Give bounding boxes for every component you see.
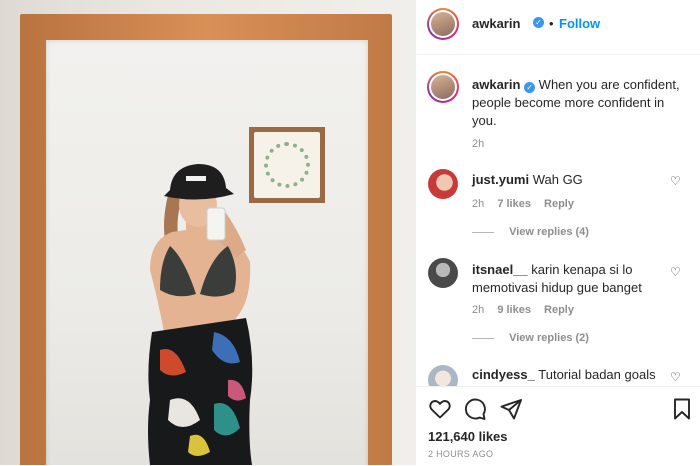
reply-button[interactable]: Reply [544, 304, 574, 316]
follow-button[interactable]: Follow [559, 16, 600, 31]
avatar-image [429, 10, 457, 38]
comment-like-heart-icon[interactable]: ♡ [670, 265, 681, 279]
header-avatar[interactable] [427, 8, 459, 40]
comment-time: 2h [472, 198, 485, 210]
comment-like-heart-icon[interactable]: ♡ [670, 174, 681, 188]
comment-likes[interactable]: 9 likes [497, 304, 531, 316]
comment-meta: 2h 9 likes Reply [472, 304, 574, 316]
heart-icon[interactable] [428, 397, 452, 421]
person-figure [148, 164, 253, 465]
replies-divider [472, 231, 494, 233]
bookmark-icon[interactable] [670, 397, 694, 421]
comment-like-heart-icon[interactable]: ♡ [670, 370, 681, 384]
view-replies-row[interactable]: View replies (4) [472, 226, 589, 238]
verified-badge-icon: ✓ [533, 17, 544, 28]
header-username[interactable]: awkarin [472, 16, 520, 31]
share-icon[interactable] [499, 397, 523, 421]
comment-avatar[interactable] [428, 169, 458, 199]
comment-username[interactable]: just.yumi [472, 172, 529, 187]
caption-text-block: awkarin ✓ When you are confident, people… [472, 76, 692, 130]
instagram-post: awkarin ✓ • Follow awkarin ✓ When you ar… [0, 0, 700, 465]
caption-username[interactable]: awkarin [472, 77, 520, 92]
comment-text: Wah GG [532, 172, 583, 187]
action-bar: 121,640 likes 2 HOURS AGO [416, 386, 700, 466]
reply-button[interactable]: Reply [544, 198, 574, 210]
comment-item: itsnael__ karin kenapa si lo memotivasi … [416, 252, 700, 352]
caption-avatar[interactable] [427, 71, 459, 103]
post-side-panel: awkarin ✓ • Follow awkarin ✓ When you ar… [415, 0, 700, 465]
replies-divider [472, 337, 494, 339]
caption-block: awkarin ✓ When you are confident, people… [416, 58, 700, 158]
comment-item: cindyess_ Tutorial badan goals ♡ [416, 360, 700, 386]
post-header: awkarin ✓ • Follow [416, 0, 700, 55]
comment-avatar[interactable] [428, 258, 458, 288]
comment-text-block: itsnael__ karin kenapa si lo memotivasi … [472, 261, 668, 297]
comment-avatar[interactable] [428, 365, 458, 386]
view-replies-link[interactable]: View replies (4) [509, 226, 589, 238]
comment-text-block: just.yumi Wah GG [472, 171, 672, 189]
comment-icon[interactable] [463, 397, 487, 421]
comment-item: just.yumi Wah GG ♡ 2h 7 likes Reply View… [416, 162, 700, 248]
verified-badge-icon: ✓ [524, 82, 536, 93]
comment-text-block: cindyess_ Tutorial badan goals [472, 366, 672, 384]
comment-username[interactable]: itsnael__ [472, 262, 528, 277]
comment-username[interactable]: cindyess_ [472, 367, 535, 382]
view-replies-link[interactable]: View replies (2) [509, 332, 589, 344]
view-replies-row[interactable]: View replies (2) [472, 332, 589, 344]
likes-count[interactable]: 121,640 likes [428, 429, 508, 444]
comment-text: Tutorial badan goals [538, 367, 656, 382]
header-separator: • [549, 16, 554, 31]
post-timestamp[interactable]: 2 HOURS AGO [428, 449, 493, 459]
comment-meta: 2h 7 likes Reply [472, 198, 574, 210]
comment-time: 2h [472, 304, 485, 316]
comment-likes[interactable]: 7 likes [497, 198, 531, 210]
caption-time: 2h [472, 138, 485, 150]
post-photo[interactable] [0, 0, 415, 465]
